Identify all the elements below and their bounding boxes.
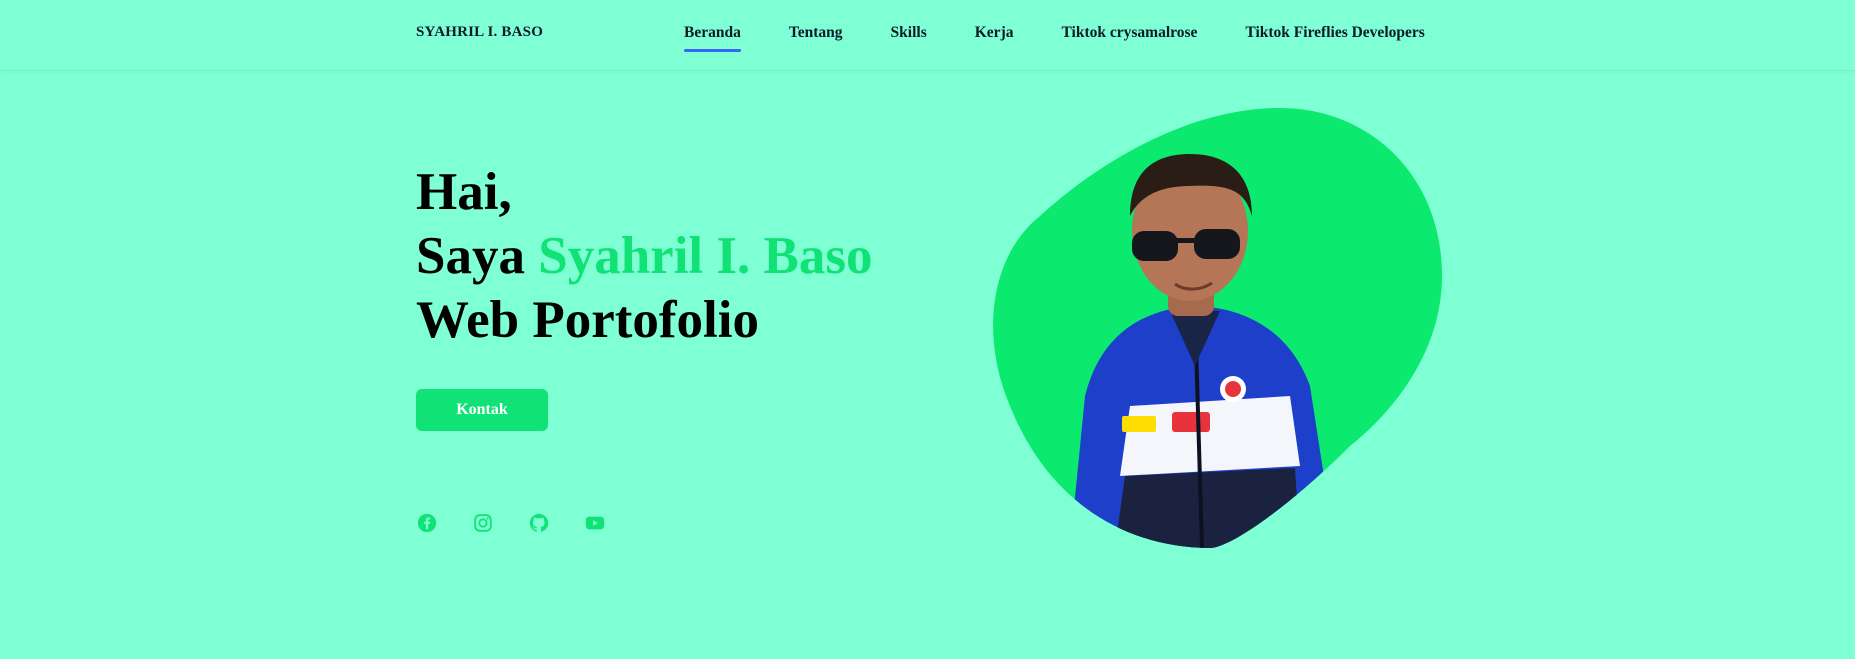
nav-item-skills[interactable]: Skills — [891, 24, 927, 42]
hero-role: Web Portofolio — [416, 291, 759, 349]
hero-greeting: Hai, — [416, 163, 512, 221]
contact-button[interactable]: Kontak — [416, 389, 548, 431]
profile-blob — [993, 108, 1442, 548]
nav-item-beranda[interactable]: Beranda — [684, 24, 741, 52]
instagram-icon[interactable] — [472, 512, 494, 534]
brand-logo[interactable]: SYAHRIL I. BASO — [416, 24, 543, 41]
hero-intro: Saya Syahril I. Baso — [416, 224, 873, 288]
profile-photo — [990, 106, 1442, 548]
facebook-icon[interactable] — [416, 512, 438, 534]
nav-item-tentang[interactable]: Tentang — [789, 24, 843, 42]
social-links — [416, 512, 606, 534]
main-nav: Beranda Tentang Skills Kerja Tiktok crys… — [684, 24, 1425, 52]
youtube-icon[interactable] — [584, 512, 606, 534]
site-header: SYAHRIL I. BASO Beranda Tentang Skills K… — [0, 0, 1855, 71]
nav-item-tiktok-crysamalrose[interactable]: Tiktok crysamalrose — [1061, 24, 1197, 42]
github-icon[interactable] — [528, 512, 550, 534]
nav-item-kerja[interactable]: Kerja — [975, 24, 1014, 42]
hero-name: Syahril I. Baso — [538, 227, 873, 285]
nav-item-tiktok-fireflies[interactable]: Tiktok Fireflies Developers — [1245, 24, 1424, 42]
hero-title: Hai, Saya Syahril I. Baso Web Portofolio — [416, 160, 873, 352]
hero-intro-prefix: Saya — [416, 227, 539, 285]
